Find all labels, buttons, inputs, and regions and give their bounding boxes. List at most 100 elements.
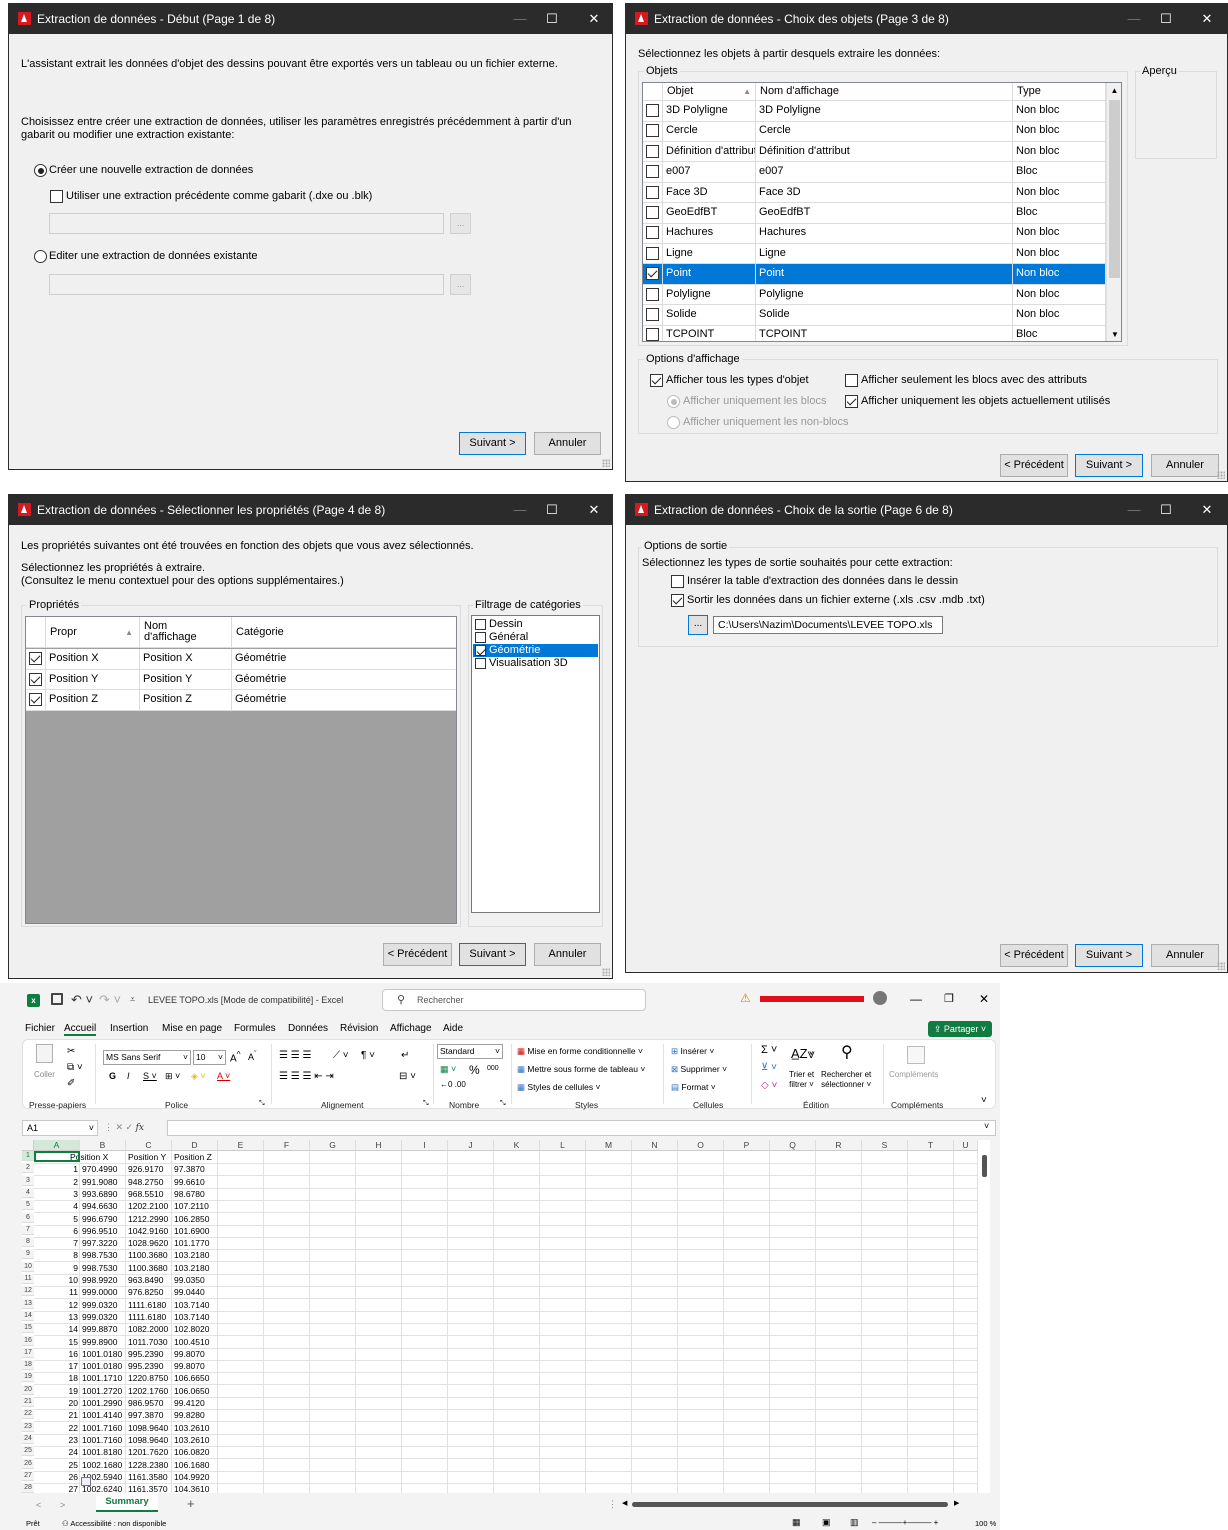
menu-tab-0[interactable]: Fichier bbox=[25, 1023, 55, 1034]
cell[interactable]: 948.2750 bbox=[126, 1177, 170, 1187]
close-icon[interactable]: ✕ bbox=[979, 992, 989, 1006]
row-header[interactable]: 17 bbox=[22, 1347, 34, 1358]
menu-tab-2[interactable]: Insertion bbox=[110, 1023, 148, 1034]
object-checkbox[interactable] bbox=[646, 287, 659, 301]
font-color-icon[interactable]: A ˅ bbox=[217, 1071, 230, 1081]
object-row[interactable]: 3D Polyligne 3D Polyligne Non bloc bbox=[643, 101, 1106, 122]
row-header[interactable]: 8 bbox=[22, 1237, 34, 1248]
cell[interactable]: 100.4510 bbox=[172, 1337, 216, 1347]
cell[interactable]: 106.0820 bbox=[172, 1447, 216, 1457]
cell[interactable]: 4 bbox=[34, 1201, 78, 1211]
cell[interactable]: 2 bbox=[34, 1177, 78, 1187]
cell[interactable]: 98.6780 bbox=[172, 1189, 216, 1199]
only-blocks-attr-checkbox[interactable] bbox=[845, 374, 858, 387]
cell[interactable]: 1220.8750 bbox=[126, 1373, 170, 1383]
object-checkbox[interactable] bbox=[646, 104, 659, 117]
menu-tab-6[interactable]: Révision bbox=[340, 1023, 378, 1034]
object-row[interactable]: Définition d'attribut Définition d'attrib… bbox=[643, 141, 1106, 163]
row-header[interactable]: 11 bbox=[22, 1274, 34, 1284]
format-painter-icon[interactable]: ✐ bbox=[67, 1078, 75, 1089]
row-header[interactable]: 15 bbox=[22, 1323, 34, 1334]
previous-button[interactable]: < Précédent bbox=[1000, 944, 1068, 967]
insert-cells-button[interactable]: ⊞ Insérer ˅ bbox=[671, 1046, 714, 1057]
row-header[interactable]: 25 bbox=[22, 1446, 34, 1457]
browse-file-button[interactable]: ... bbox=[688, 615, 708, 635]
row-header[interactable]: 10 bbox=[22, 1261, 34, 1272]
format-cells-button[interactable]: ▤ Format ˅ bbox=[671, 1082, 716, 1093]
cell[interactable]: 11 bbox=[34, 1287, 78, 1297]
formula-bar-controls[interactable]: ⋮ ✕ ✓ fx bbox=[104, 1122, 144, 1133]
resize-grip[interactable] bbox=[1217, 962, 1225, 970]
worksheet-grid[interactable]: ABCDEFGHIJKLMNOPQRSTU 1 2 3 4 5 6 7 8 9 10 11 12 13 1… bbox=[22, 1140, 990, 1493]
cell[interactable]: 9 bbox=[34, 1263, 78, 1273]
cell[interactable]: 103.2610 bbox=[172, 1435, 216, 1445]
property-row[interactable]: Position Z Position Z Géométrie bbox=[26, 690, 456, 711]
objects-table[interactable]: Objet ▲ Nom d'affichage Type 3D Polyligne… bbox=[642, 82, 1122, 342]
object-checkbox[interactable] bbox=[646, 185, 659, 199]
row-header[interactable]: 18 bbox=[22, 1360, 34, 1371]
edit-browse-button[interactable]: ... bbox=[450, 274, 471, 295]
column-header[interactable]: H bbox=[356, 1140, 402, 1151]
accessibility-status[interactable]: ⚇ Accessibilité : non disponible bbox=[62, 1519, 166, 1528]
orientation-icon[interactable]: ⟋ ˅ bbox=[333, 1050, 349, 1061]
maximize-icon[interactable]: ☐ bbox=[529, 495, 575, 525]
cell[interactable]: 1082.2000 bbox=[126, 1324, 170, 1334]
view-normal-icon[interactable]: ▦ bbox=[792, 1517, 801, 1528]
cell[interactable]: 19 bbox=[34, 1386, 78, 1396]
cell[interactable]: 999.8900 bbox=[80, 1337, 124, 1347]
next-button[interactable]: Suivant > bbox=[459, 432, 526, 455]
row-header[interactable]: 3 bbox=[22, 1175, 34, 1186]
vertical-scrollbar[interactable]: ▲ ▼ bbox=[1106, 83, 1121, 341]
cell[interactable]: 21 bbox=[34, 1410, 78, 1420]
cell[interactable]: 5 bbox=[34, 1214, 78, 1224]
header-type[interactable]: Type bbox=[1013, 83, 1106, 101]
cell[interactable]: 998.7530 bbox=[80, 1250, 124, 1260]
collapse-ribbon-icon[interactable]: ˅ bbox=[981, 1095, 987, 1106]
close-icon[interactable]: ✕ bbox=[1184, 495, 1227, 525]
cell[interactable]: 25 bbox=[34, 1460, 78, 1470]
cell[interactable]: 13 bbox=[34, 1312, 78, 1322]
cell[interactable]: 1001.7160 bbox=[80, 1423, 124, 1433]
row-header[interactable]: 24 bbox=[22, 1433, 34, 1444]
sort-filter-label[interactable]: Trier et filtrer ˅ bbox=[789, 1070, 814, 1090]
cell[interactable]: 926.9170 bbox=[126, 1164, 170, 1174]
cell[interactable]: 996.9510 bbox=[80, 1226, 124, 1236]
row-header[interactable]: 6 bbox=[22, 1212, 34, 1223]
cell[interactable]: 1001.0180 bbox=[80, 1349, 124, 1359]
format-table-button[interactable]: ▦ Mettre sous forme de tableau ˅ bbox=[517, 1064, 645, 1075]
close-icon[interactable]: ✕ bbox=[1184, 4, 1227, 34]
cell[interactable]: 976.8250 bbox=[126, 1287, 170, 1297]
cell[interactable]: 106.1680 bbox=[172, 1460, 216, 1470]
wrap-text-icon[interactable]: ↵ bbox=[401, 1050, 409, 1061]
cell[interactable]: 999.0000 bbox=[80, 1287, 124, 1297]
row-header[interactable]: 19 bbox=[22, 1372, 34, 1383]
category-filter-checkbox[interactable] bbox=[475, 645, 486, 656]
autosum-icon[interactable]: Σ ˅ bbox=[761, 1044, 777, 1056]
object-checkbox[interactable] bbox=[646, 124, 659, 138]
cell[interactable]: 1001.4140 bbox=[80, 1410, 124, 1420]
external-file-checkbox[interactable] bbox=[671, 594, 684, 607]
cell[interactable]: 22 bbox=[34, 1423, 78, 1433]
property-checkbox[interactable] bbox=[29, 672, 42, 686]
show-all-types-checkbox[interactable] bbox=[650, 374, 663, 387]
row-header[interactable]: 22 bbox=[22, 1409, 34, 1420]
property-checkbox[interactable] bbox=[29, 693, 42, 706]
only-blocks-radio[interactable] bbox=[667, 395, 680, 408]
cell[interactable]: 1100.3680 bbox=[126, 1250, 170, 1260]
row-header[interactable]: 7 bbox=[22, 1224, 34, 1235]
header-categorie[interactable]: Catégorie bbox=[232, 617, 456, 648]
resize-grip[interactable] bbox=[602, 968, 610, 976]
cell[interactable]: 103.7140 bbox=[172, 1300, 216, 1310]
column-header[interactable]: P bbox=[724, 1140, 770, 1151]
cell[interactable]: 103.2610 bbox=[172, 1423, 216, 1433]
object-checkbox[interactable] bbox=[646, 246, 659, 260]
cell[interactable]: 1042.9160 bbox=[126, 1226, 170, 1236]
scroll-down-icon[interactable]: ▼ bbox=[1107, 327, 1121, 341]
cell[interactable]: 1111.6180 bbox=[126, 1312, 170, 1322]
cell[interactable]: 963.8490 bbox=[126, 1275, 170, 1285]
previous-button[interactable]: < Précédent bbox=[383, 943, 452, 966]
select-all-corner[interactable] bbox=[22, 1140, 34, 1151]
row-header[interactable]: 4 bbox=[22, 1187, 34, 1198]
cell[interactable]: 99.0440 bbox=[172, 1287, 216, 1297]
column-header[interactable]: Q bbox=[770, 1140, 816, 1151]
